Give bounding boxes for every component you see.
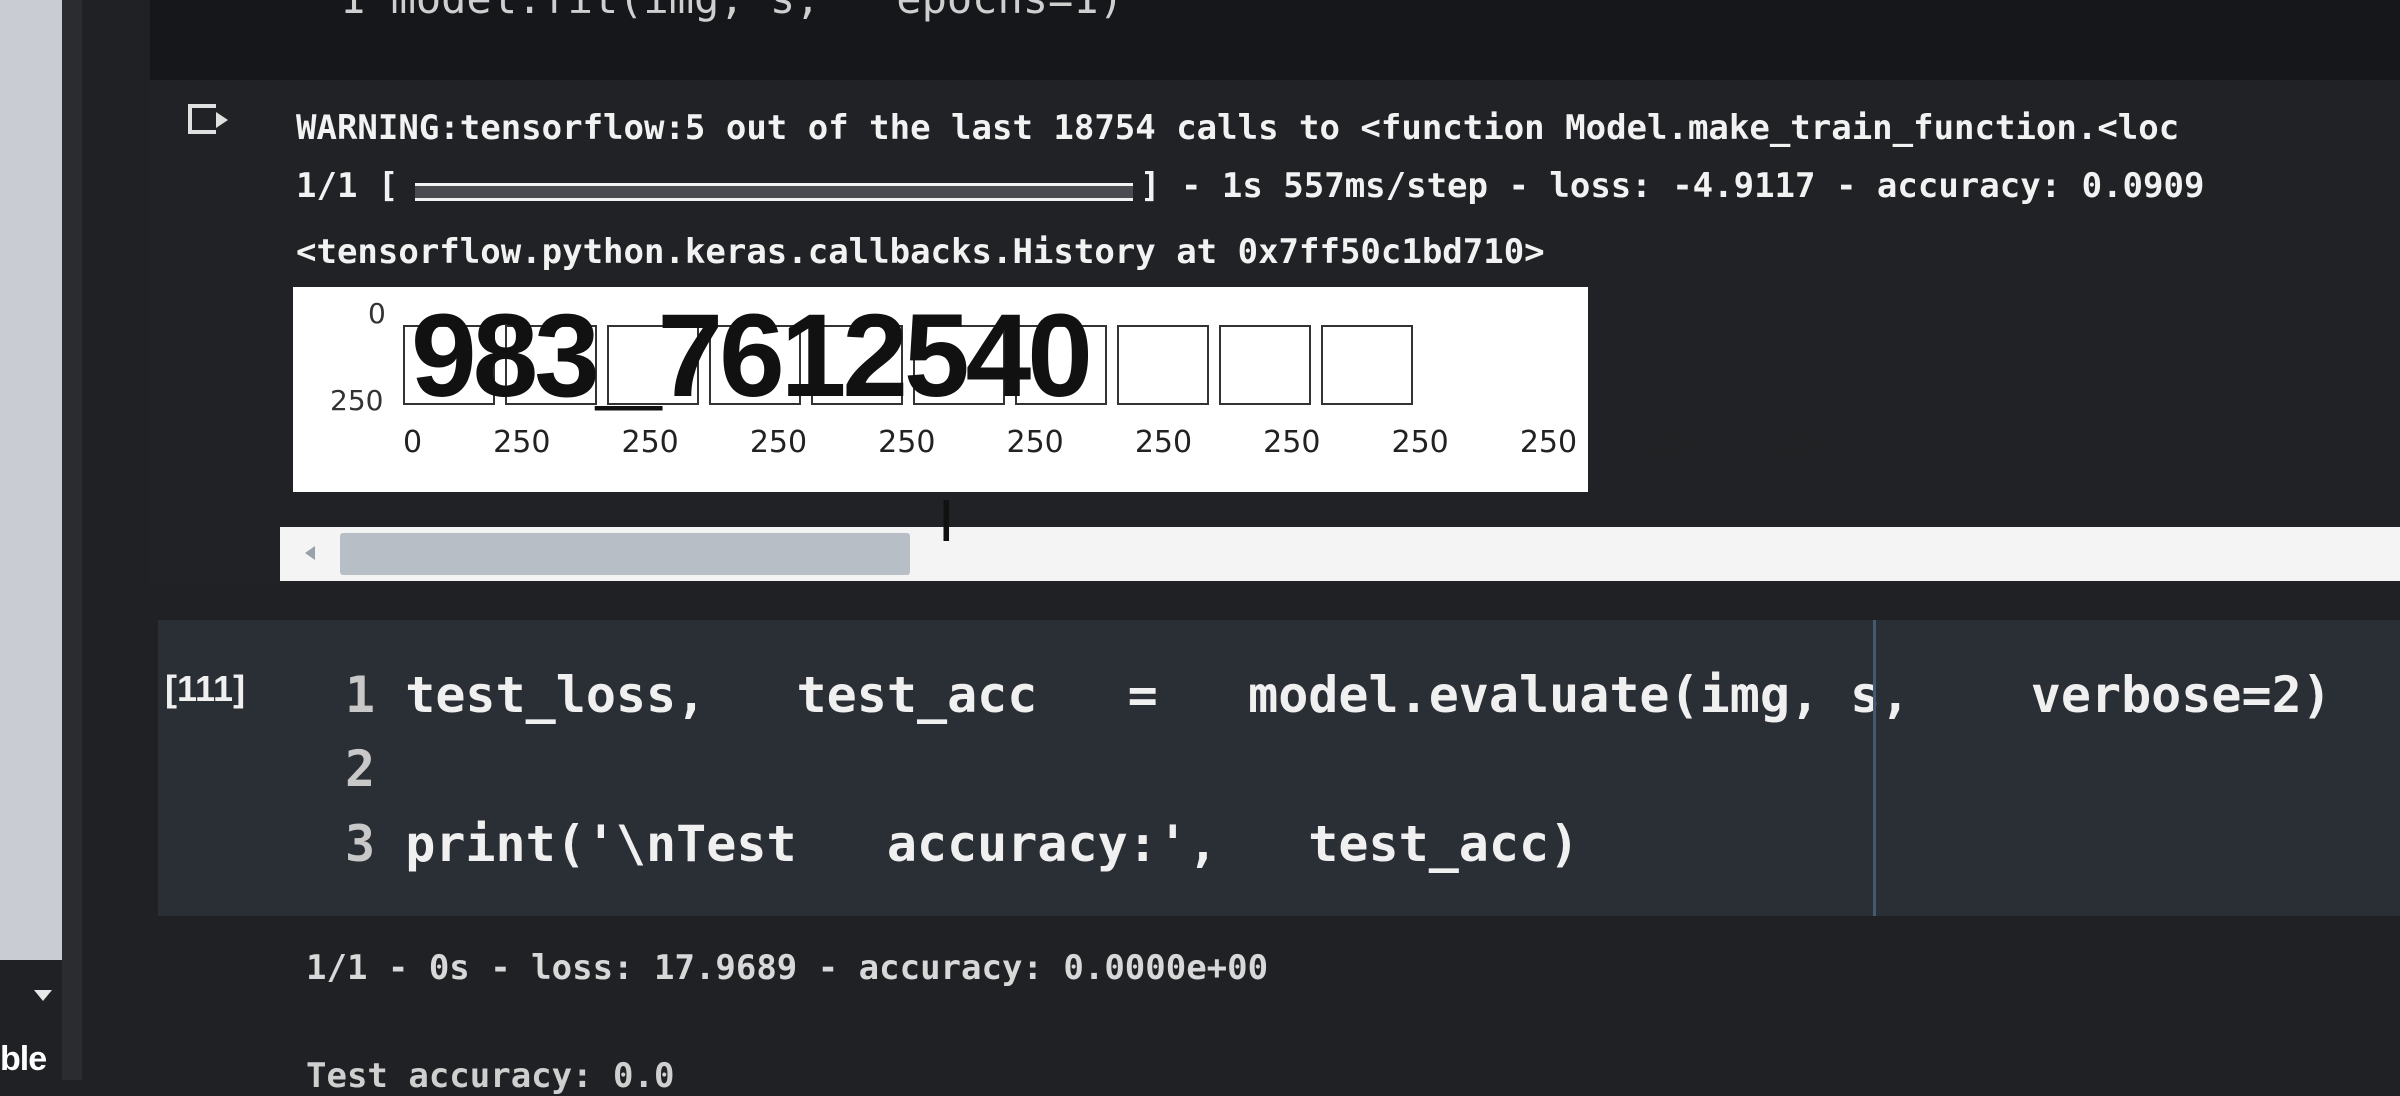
y-tick-0: 0 — [368, 297, 386, 330]
subplot-frame — [1219, 325, 1311, 405]
code-line[interactable]: 2 — [345, 740, 405, 798]
progress-bar — [415, 183, 1133, 201]
side-panel-label: ble — [0, 1040, 47, 1078]
line-number: 3 — [345, 815, 376, 873]
subplot-frame — [1321, 325, 1413, 405]
scroll-down-icon[interactable] — [34, 990, 52, 1001]
subplot-frame — [1117, 325, 1209, 405]
code-text: test_loss, test_acc = model.evaluate(img… — [405, 666, 2332, 724]
progress-metrics: ] - 1s 557ms/step - loss: -4.9117 - accu… — [1140, 166, 2205, 206]
warning-text: WARNING:tensorflow:5 out of the last 187… — [296, 108, 2180, 148]
progress-prefix: 1/1 [ — [296, 166, 399, 206]
output-arrow-icon[interactable] — [188, 104, 228, 134]
line-number: 2 — [345, 740, 376, 798]
evaluate-output: 1/1 - 0s - loss: 17.9689 - accuracy: 0.0… — [306, 948, 1269, 988]
digit-figure: 0 250 983_7612540 0 250 250 250 250 250 … — [293, 287, 1834, 492]
code-line[interactable]: 3 print('\nTest accuracy:', test_acc) — [345, 815, 1579, 873]
line-number: 1 — [345, 666, 376, 724]
history-repr: <tensorflow.python.keras.callbacks.Histo… — [296, 232, 1545, 272]
code-line[interactable]: 1 test_loss, test_acc = model.evaluate(i… — [345, 666, 2332, 724]
editor-scrollbar[interactable] — [0, 0, 62, 960]
digit-images: 983_7612540 — [411, 290, 1093, 422]
scroll-left-icon[interactable] — [305, 546, 315, 560]
gutter — [62, 0, 82, 1080]
previous-cell-code: 1 model.fit(img, s, epochs=1) — [340, 0, 1124, 23]
execution-count: [111] — [165, 668, 246, 709]
line-length-ruler — [1873, 620, 1876, 916]
text-cursor-icon: I — [938, 490, 955, 555]
x-tick-labels: 0 250 250 250 250 250 250 250 250 250 25… — [403, 425, 1834, 460]
print-output: Test accuracy: 0.0 — [306, 1056, 675, 1096]
y-tick-250: 250 — [330, 384, 384, 417]
code-text: print('\nTest accuracy:', test_acc) — [405, 815, 1580, 873]
scrollbar-thumb[interactable] — [340, 533, 910, 575]
